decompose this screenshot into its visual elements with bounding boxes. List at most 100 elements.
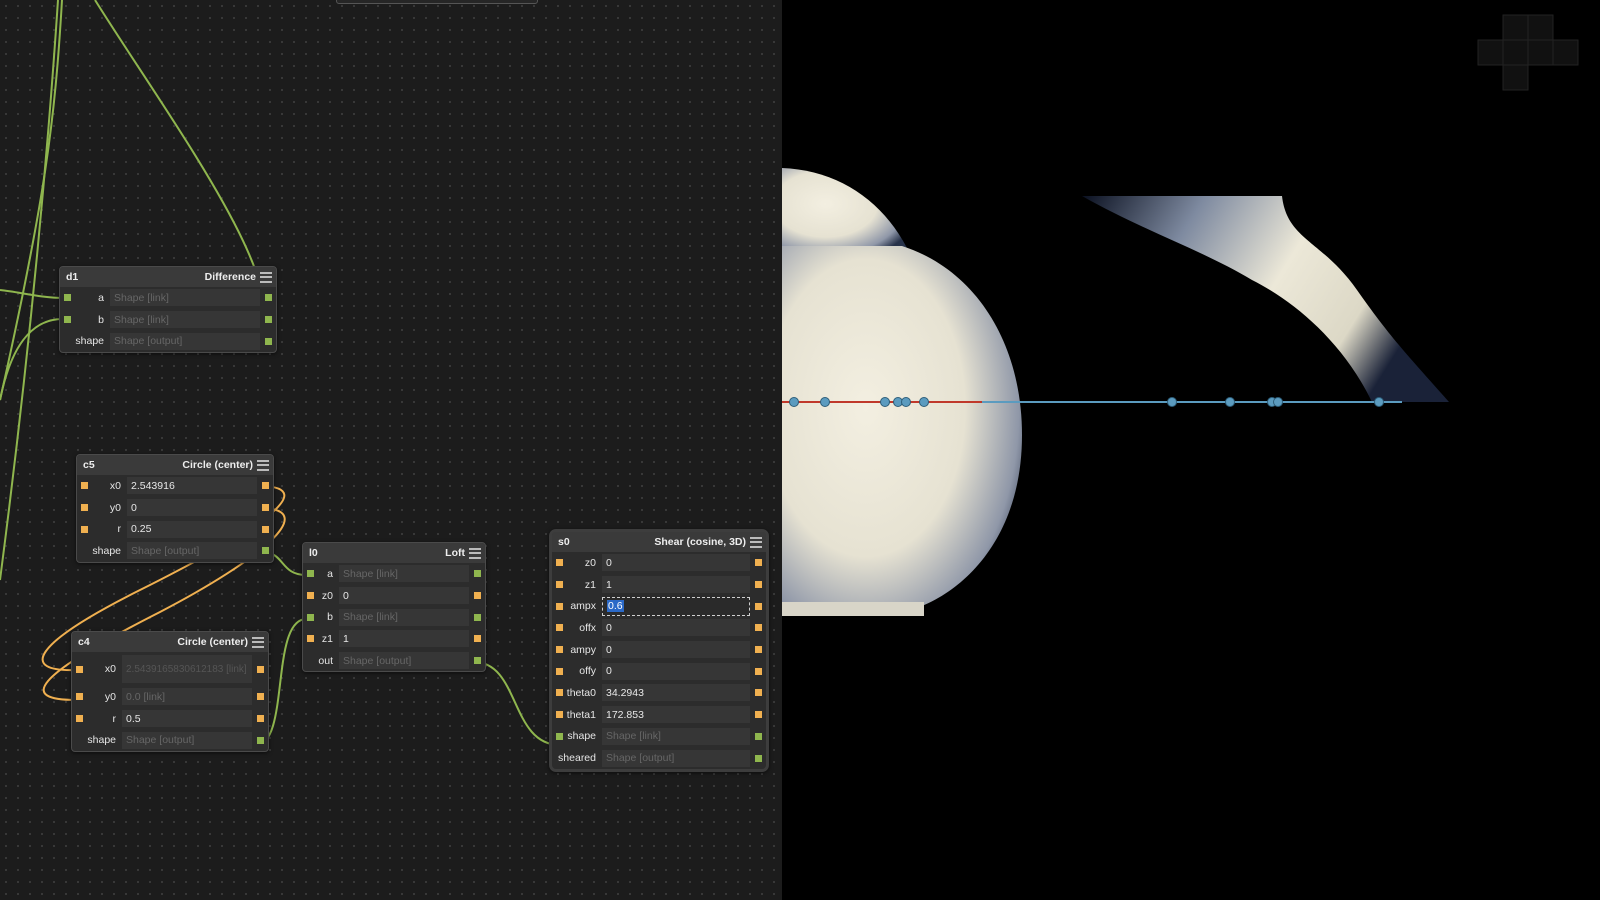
- input-port[interactable]: [64, 316, 71, 324]
- output-field: Shape [output]: [339, 652, 469, 670]
- expression-field[interactable]: 2.5439165830612183 [link]: [122, 655, 252, 683]
- node-menu-icon[interactable]: [260, 271, 272, 283]
- output-field: Shape [output]: [110, 332, 260, 350]
- output-port[interactable]: [257, 715, 264, 723]
- node-difference-d1[interactable]: d1 Difference a Shape [link] b Shape [li…: [59, 266, 277, 354]
- expression-field[interactable]: 0.0 [link]: [122, 688, 252, 706]
- input-port[interactable]: [307, 570, 314, 578]
- input-port[interactable]: [81, 482, 88, 490]
- input-port[interactable]: [556, 646, 563, 654]
- output-port[interactable]: [474, 592, 481, 600]
- output-port[interactable]: [474, 635, 481, 643]
- input-port[interactable]: [307, 592, 314, 600]
- 3d-viewport[interactable]: [782, 0, 1600, 900]
- expression-field[interactable]: 1: [339, 630, 469, 648]
- output-row-shape: shape Shape [output]: [77, 540, 273, 562]
- expression-field[interactable]: 0: [602, 554, 750, 572]
- node-menu-icon[interactable]: [750, 536, 762, 548]
- output-port[interactable]: [755, 732, 762, 740]
- node-loft-l0[interactable]: l0 Loft a Shape [link] z0 0 b Shape [lin…: [302, 542, 486, 673]
- output-field: Shape [output]: [127, 542, 257, 560]
- output-port[interactable]: [755, 711, 762, 719]
- expression-field[interactable]: 0.25: [127, 520, 257, 538]
- output-port[interactable]: [262, 525, 269, 533]
- node-header[interactable]: s0 Shear (cosine, 3D): [552, 532, 766, 552]
- input-port[interactable]: [556, 732, 563, 740]
- node-menu-icon[interactable]: [252, 636, 264, 648]
- node-menu-icon[interactable]: [469, 547, 481, 559]
- output-row-shape: shape Shape [output]: [60, 330, 276, 352]
- expression-field[interactable]: 34.2943: [602, 684, 750, 702]
- expression-field[interactable]: Shape [link]: [339, 608, 469, 626]
- output-port[interactable]: [257, 736, 264, 744]
- output-port[interactable]: [265, 294, 272, 302]
- output-port[interactable]: [265, 316, 272, 324]
- input-port[interactable]: [81, 504, 88, 512]
- view-cube-icon: [1477, 14, 1579, 91]
- expression-field[interactable]: 0: [602, 662, 750, 680]
- input-port[interactable]: [81, 525, 88, 533]
- input-port[interactable]: [76, 665, 83, 673]
- output-port[interactable]: [755, 602, 762, 610]
- output-port[interactable]: [755, 754, 762, 762]
- node-menu-icon[interactable]: [257, 459, 269, 471]
- output-port[interactable]: [262, 482, 269, 490]
- expression-field[interactable]: 0: [339, 587, 469, 605]
- output-port[interactable]: [257, 665, 264, 673]
- node-header[interactable]: d1 Difference: [60, 267, 276, 287]
- node-circle-c4[interactable]: c4 Circle (center) x0 2.5439165830612183…: [71, 631, 269, 753]
- expression-field[interactable]: Shape [link]: [110, 289, 260, 307]
- input-port[interactable]: [556, 581, 563, 589]
- node-header[interactable]: c4 Circle (center): [72, 632, 268, 652]
- row-label: shape: [87, 734, 116, 747]
- output-port[interactable]: [755, 624, 762, 632]
- view-cube-face: [1502, 14, 1529, 41]
- node-graph-canvas[interactable]: d1 Difference a Shape [link] b Shape [li…: [0, 0, 782, 900]
- sphere-upper: [782, 168, 907, 248]
- node-header[interactable]: l0 Loft: [303, 543, 485, 563]
- control-point: [919, 397, 929, 407]
- expression-field[interactable]: 0: [602, 619, 750, 637]
- expression-field[interactable]: 0.5: [122, 710, 252, 728]
- output-port[interactable]: [474, 613, 481, 621]
- input-row-y0: y0 0: [77, 497, 273, 519]
- expression-field-focused[interactable]: 0.6: [602, 596, 750, 616]
- input-port[interactable]: [556, 711, 563, 719]
- node-header[interactable]: c5 Circle (center): [77, 455, 273, 475]
- input-port[interactable]: [556, 624, 563, 632]
- expression-field[interactable]: 1: [602, 576, 750, 594]
- control-point: [1225, 397, 1235, 407]
- output-row-shape: shape Shape [output]: [72, 729, 268, 751]
- expression-field[interactable]: Shape [link]: [602, 727, 750, 745]
- output-port[interactable]: [257, 693, 264, 701]
- expression-field[interactable]: Shape [link]: [110, 311, 260, 329]
- node-shear-s0[interactable]: s0 Shear (cosine, 3D) z0 0 z1 1 ampx 0.6…: [549, 529, 769, 772]
- node-circle-c5[interactable]: c5 Circle (center) x0 2.543916 y0 0 r 0.…: [76, 454, 274, 563]
- expression-field[interactable]: 172.853: [602, 706, 750, 724]
- output-port[interactable]: [755, 646, 762, 654]
- output-port[interactable]: [755, 559, 762, 567]
- expression-field[interactable]: Shape [link]: [339, 565, 469, 583]
- input-row-z1: z1 1: [552, 574, 766, 596]
- input-port[interactable]: [64, 294, 71, 302]
- input-port[interactable]: [556, 559, 563, 567]
- input-port[interactable]: [556, 689, 563, 697]
- output-port[interactable]: [755, 581, 762, 589]
- expression-field[interactable]: 0: [602, 641, 750, 659]
- output-port[interactable]: [755, 667, 762, 675]
- output-port[interactable]: [474, 657, 481, 665]
- expression-field[interactable]: 0: [127, 499, 257, 517]
- output-port[interactable]: [262, 547, 269, 555]
- input-port[interactable]: [307, 613, 314, 621]
- input-port[interactable]: [76, 715, 83, 723]
- output-port[interactable]: [755, 689, 762, 697]
- expression-field[interactable]: 2.543916: [127, 477, 257, 495]
- output-port[interactable]: [265, 337, 272, 345]
- input-port[interactable]: [307, 635, 314, 643]
- input-port[interactable]: [556, 602, 563, 610]
- input-port[interactable]: [556, 667, 563, 675]
- control-point: [901, 397, 911, 407]
- output-port[interactable]: [474, 570, 481, 578]
- input-port[interactable]: [76, 693, 83, 701]
- output-port[interactable]: [262, 504, 269, 512]
